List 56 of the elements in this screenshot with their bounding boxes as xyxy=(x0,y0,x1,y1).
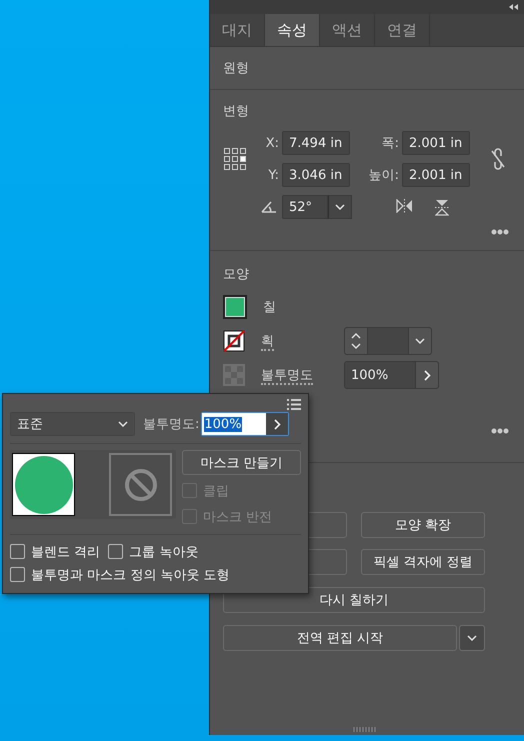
flip-horizontal-icon[interactable] xyxy=(396,198,413,212)
checkbox-label: 그룹 녹아웃 xyxy=(129,544,198,560)
section-title: 변형 xyxy=(223,103,250,120)
flip-vertical-icon[interactable] xyxy=(435,198,449,216)
chevron-down-icon xyxy=(415,338,425,344)
resize-grip-icon[interactable] xyxy=(353,727,377,732)
stepper-arrows-icon[interactable] xyxy=(351,333,361,349)
dropdown-button[interactable] xyxy=(459,625,485,651)
mask-thumbnail[interactable] xyxy=(109,453,172,516)
field-label: 높이: xyxy=(368,167,400,184)
value-field[interactable]: 2.001 in xyxy=(402,163,470,187)
checkbox[interactable] xyxy=(10,544,25,559)
collapse-icon[interactable] xyxy=(509,4,518,10)
panel-tab[interactable]: 액션 xyxy=(320,14,375,46)
value-field[interactable]: 3.046 in xyxy=(282,163,350,187)
chevron-down-icon xyxy=(467,635,477,641)
checkbox-label: 클립 xyxy=(203,482,229,500)
menu-icon[interactable] xyxy=(287,399,301,410)
field-label: 폭: xyxy=(380,135,400,152)
chevron-down-icon xyxy=(335,204,345,210)
action-button[interactable]: 모양 확장 xyxy=(361,512,485,538)
reference-point-icon[interactable] xyxy=(223,147,247,171)
value-field[interactable]: 7.494 in xyxy=(282,131,350,155)
opacity-label[interactable]: 불투명도 xyxy=(261,366,344,384)
no-stroke-swatch-icon[interactable] xyxy=(223,330,245,352)
chevron-down-icon xyxy=(118,421,128,427)
checkbox-label: 불투명과 마스크 정의 녹아웃 도형 xyxy=(31,566,230,584)
blend-mode-dropdown[interactable]: 표준 xyxy=(10,412,135,436)
angle-field[interactable]: 52° xyxy=(282,195,328,219)
panel-tab[interactable]: 연결 xyxy=(375,14,430,46)
action-button[interactable]: 픽셀 격자에 정렬 xyxy=(361,549,485,575)
section-title: 모양 xyxy=(223,266,250,283)
transparency-checker-icon xyxy=(223,364,245,386)
unlinked-chain-icon[interactable] xyxy=(490,148,504,170)
more-icon[interactable] xyxy=(491,428,509,434)
field-label: Y: xyxy=(267,168,280,182)
opacity-label: 불투명도: xyxy=(143,416,200,433)
action-button[interactable]: 전역 편집 시작 xyxy=(223,625,457,651)
fill-label: 칠 xyxy=(263,299,277,316)
checkbox-label: 블렌드 격리 xyxy=(31,544,100,560)
make-mask-button[interactable]: 마스크 만들기 xyxy=(182,450,301,475)
more-icon[interactable] xyxy=(491,229,509,235)
checkbox[interactable] xyxy=(108,544,124,559)
section-title: 원형 xyxy=(223,60,249,77)
checkbox-label: 마스크 반전 xyxy=(203,508,272,526)
artwork-thumbnail[interactable] xyxy=(12,453,75,516)
value-field[interactable]: 2.001 in xyxy=(402,131,470,155)
dropdown-button[interactable] xyxy=(328,195,352,219)
prohibited-icon xyxy=(124,468,158,502)
stroke-label[interactable]: 획 xyxy=(261,332,344,350)
checkbox[interactable] xyxy=(10,567,25,582)
fill-swatch[interactable] xyxy=(223,295,247,319)
stroke-weight-field[interactable] xyxy=(344,327,432,355)
angle-icon xyxy=(261,201,277,213)
field-label: X: xyxy=(264,136,280,150)
panel-tab[interactable]: 속성 xyxy=(265,14,320,46)
